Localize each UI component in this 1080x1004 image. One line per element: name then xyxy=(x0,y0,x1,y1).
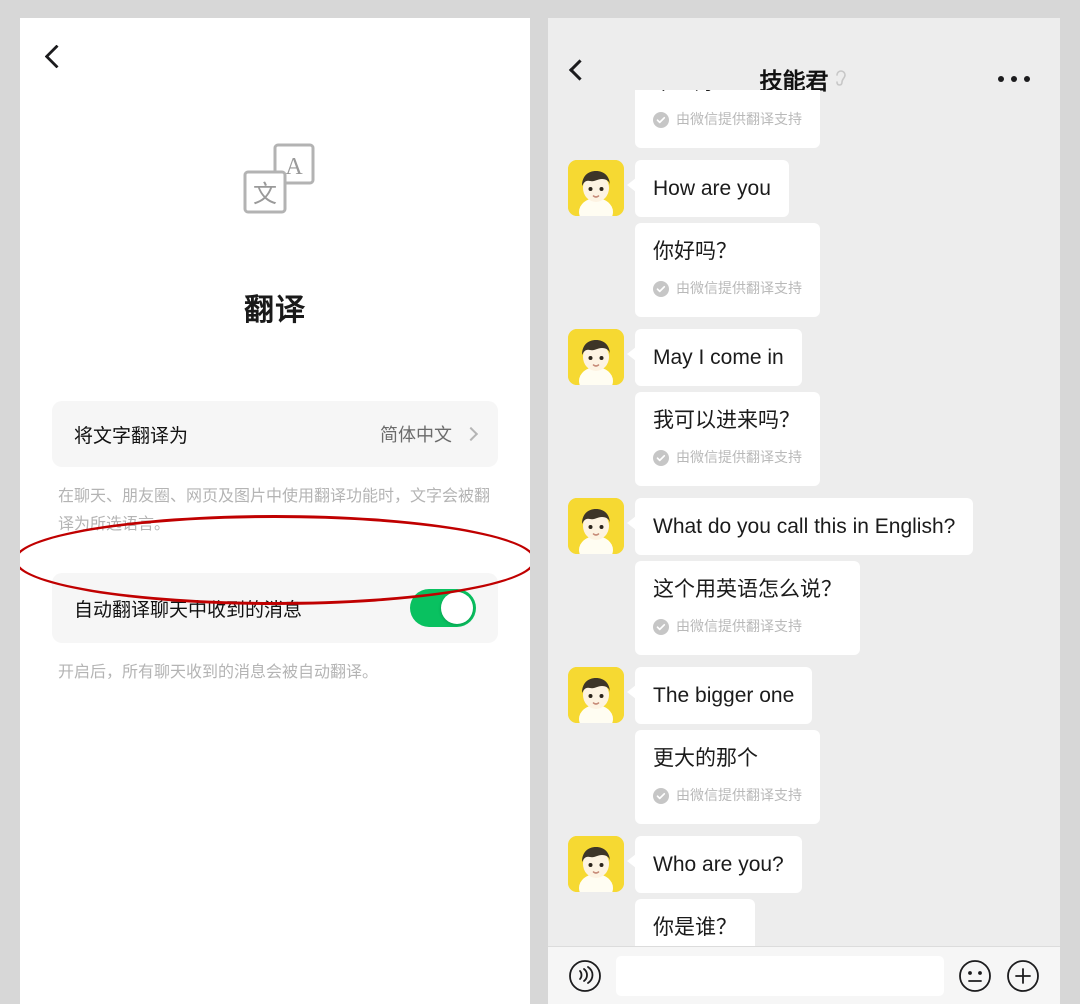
translate-settings-panel: A 文 翻译 将文字翻译为 简体中文 在聊天、朋友圈、网页及图片中使用翻译功能时… xyxy=(20,18,530,1004)
bubble-text: What do you call this in English? xyxy=(653,515,956,538)
page-title: 翻译 xyxy=(244,294,306,327)
back-icon[interactable] xyxy=(44,44,69,69)
translated-bubble[interactable]: 你是谁？ xyxy=(635,899,755,946)
bubble-text: 你好吗？ xyxy=(653,240,737,263)
check-circle-icon xyxy=(653,280,669,297)
plus-icon[interactable] xyxy=(1006,959,1040,993)
source-bubble[interactable]: How are you xyxy=(627,160,789,217)
avatar[interactable] xyxy=(568,498,624,554)
translation-note-text: 由微信提供翻译支持 xyxy=(676,280,802,296)
translation-note-text: 由微信提供翻译支持 xyxy=(676,618,802,634)
check-circle-icon xyxy=(653,787,669,804)
target-language-label: 将文字翻译为 xyxy=(74,425,189,447)
screenshot-stage: A 文 翻译 将文字翻译为 简体中文 在聊天、朋友圈、网页及图片中使用翻译功能时… xyxy=(0,0,1080,1004)
auto-translate-row[interactable]: 自动翻译聊天中收到的消息 xyxy=(52,573,498,643)
translated-bubble[interactable]: 我可以进来吗？ 由微信提供翻译支持 xyxy=(635,392,820,486)
chat-input-bar xyxy=(548,946,1060,1004)
bubble-column: What do you call this in English? 这个用英语怎… xyxy=(626,498,974,661)
check-circle-icon xyxy=(653,618,669,635)
target-language-hint: 在聊天、朋友圈、网页及图片中使用翻译功能时，文字会被翻译为所选语言。 xyxy=(58,488,491,533)
translate-icon: A 文 xyxy=(233,142,317,222)
translated-bubble[interactable]: 更大的那个 由微信提供翻译支持 xyxy=(635,730,820,824)
translated-bubble[interactable]: 这个用英语怎么说？ 由微信提供翻译支持 xyxy=(635,561,860,655)
check-circle-icon xyxy=(653,449,669,466)
message-row: What do you call this in English? 这个用英语怎… xyxy=(568,498,1040,661)
bubble-text: 更大的那个 xyxy=(653,747,758,770)
avatar[interactable] xyxy=(568,329,624,385)
bubble-column: May I come in 我可以进来吗？ 由微信提供翻译支持 xyxy=(627,329,820,492)
avatar[interactable] xyxy=(568,667,624,723)
bubble-text: Who are you? xyxy=(653,853,784,876)
message-row: May I come in 我可以进来吗？ 由微信提供翻译支持 xyxy=(568,329,1040,492)
translated-bubble[interactable]: 你好吗？ 由微信提供翻译支持 xyxy=(635,223,820,317)
svg-text:A: A xyxy=(285,154,303,180)
translation-note: 由微信提供翻译支持 xyxy=(653,274,802,303)
message-row: 早上好 由微信提供翻译支持 xyxy=(635,90,1040,154)
translation-note-text: 由微信提供翻译支持 xyxy=(676,787,802,803)
source-bubble[interactable]: May I come in xyxy=(627,329,802,386)
bubble-text: 早上好 xyxy=(653,90,716,94)
translated-bubble[interactable]: 早上好 由微信提供翻译支持 xyxy=(635,90,820,148)
auto-translate-toggle[interactable] xyxy=(410,589,476,627)
translation-note-text: 由微信提供翻译支持 xyxy=(676,111,802,127)
source-bubble[interactable]: What do you call this in English? xyxy=(626,498,974,555)
avatar[interactable] xyxy=(568,836,624,892)
chevron-right-icon xyxy=(463,426,479,442)
translation-note: 由微信提供翻译支持 xyxy=(653,105,802,134)
bubble-text: 你是谁？ xyxy=(653,916,737,939)
chat-panel: 技能君 早上好 由微信提供翻译支持 xyxy=(548,18,1060,1004)
source-bubble[interactable]: The bigger one xyxy=(626,667,813,724)
auto-translate-hint: 开启后，所有聊天收到的消息会被自动翻译。 xyxy=(58,664,379,681)
target-language-row[interactable]: 将文字翻译为 简体中文 xyxy=(52,401,498,467)
bubble-column: How are you 你好吗？ 由微信提供翻译支持 xyxy=(627,160,820,323)
bubble-text: How are you xyxy=(653,177,771,200)
message-input[interactable] xyxy=(616,955,944,996)
translation-note: 由微信提供翻译支持 xyxy=(653,781,802,810)
svg-text:文: 文 xyxy=(253,180,277,208)
message-row: Who are you? 你是谁？ xyxy=(568,836,1040,946)
translate-hero: A 文 翻译 xyxy=(20,80,530,329)
emoji-icon[interactable] xyxy=(958,959,992,993)
chat-nav-bar: 技能君 xyxy=(548,18,1060,94)
target-language-value: 简体中文 xyxy=(380,425,452,445)
bubble-text: The bigger one xyxy=(653,684,795,707)
auto-translate-label: 自动翻译聊天中收到的消息 xyxy=(74,599,303,621)
chat-message-list[interactable]: 早上好 由微信提供翻译支持 xyxy=(548,90,1060,946)
bubble-text: May I come in xyxy=(653,346,784,369)
bubble-column: The bigger one 更大的那个 由微信提供翻译支持 xyxy=(626,667,820,830)
bubble-text: 这个用英语怎么说？ xyxy=(653,578,842,601)
settings-nav-bar xyxy=(20,18,530,80)
translation-note: 由微信提供翻译支持 xyxy=(653,612,842,641)
message-row: The bigger one 更大的那个 由微信提供翻译支持 xyxy=(568,667,1040,830)
bubble-text: 我可以进来吗？ xyxy=(653,409,800,432)
toggle-knob xyxy=(441,592,473,624)
bubble-column: 早上好 由微信提供翻译支持 xyxy=(635,90,820,154)
message-row: How are you 你好吗？ 由微信提供翻译支持 xyxy=(568,160,1040,323)
bubble-column: Who are you? 你是谁？ xyxy=(627,836,802,946)
translation-note: 由微信提供翻译支持 xyxy=(653,443,802,472)
ear-icon xyxy=(833,68,849,90)
translation-note-text: 由微信提供翻译支持 xyxy=(676,449,802,465)
voice-input-icon[interactable] xyxy=(568,959,602,993)
avatar[interactable] xyxy=(568,160,624,216)
check-circle-icon xyxy=(653,111,669,128)
source-bubble[interactable]: Who are you? xyxy=(627,836,802,893)
more-options-icon[interactable] xyxy=(998,76,1030,82)
